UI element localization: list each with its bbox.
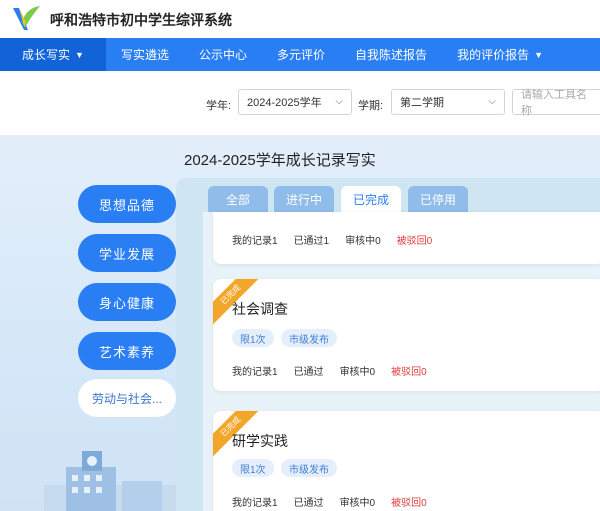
card-title: 研学实践 (232, 433, 288, 449)
term-select-value: 第二学期 (400, 97, 444, 109)
search-placeholder: 请输入工具名称 (521, 89, 587, 117)
record-card[interactable]: 已完成 社会调查 限1次 市级发布 我的记录1 已通过 审核中0 被驳回0 (213, 279, 600, 391)
nav-item-label: 公示中心 (199, 48, 248, 62)
card-title: 社会调查 (232, 301, 288, 317)
category-health[interactable]: 身心健康 (78, 283, 176, 321)
app-header: 呼和浩特市初中学生综评系统 (0, 0, 600, 38)
stat-reviewing: 审核中0 (339, 498, 376, 509)
stat-passed: 已通过 (293, 498, 324, 509)
tab-all[interactable]: 全部 (208, 186, 268, 212)
chevron-down-icon: ⌵ (335, 96, 343, 107)
nav-item-label: 我的评价报告 (457, 48, 530, 62)
category-academic[interactable]: 学业发展 (78, 234, 176, 272)
year-label: 学年: (206, 100, 232, 112)
stat-passed: 已通过 (293, 367, 324, 378)
nav-item-record-selection[interactable]: 写实遴选 (106, 38, 184, 71)
stat-my-records: 我的记录1 (232, 236, 278, 247)
stat-my-records: 我的记录1 (232, 367, 278, 378)
tab-in-progress[interactable]: 进行中 (274, 186, 334, 212)
stat-passed: 已通过1 (293, 236, 330, 247)
filter-bar: 学年: 2024-2025学年 ⌵ 学期: 第二学期 ⌵ 请输入工具名称 (0, 71, 600, 135)
nav-item-growth-record[interactable]: 成长写实 ▼ (0, 38, 106, 71)
page-title: 2024-2025学年成长记录写实 (184, 152, 376, 169)
category-moral[interactable]: 思想品德 (78, 185, 176, 223)
chevron-down-icon: ⌵ (488, 96, 496, 107)
tag-limit: 限1次 (232, 329, 274, 347)
main-nav: 成长写实 ▼ 写实遴选 公示中心 多元评价 自我陈述报告 我的评价报告 ▼ (0, 38, 600, 71)
category-art[interactable]: 艺术素养 (78, 332, 176, 370)
term-select[interactable]: 第二学期 ⌵ (391, 89, 505, 115)
logo-icon (13, 6, 40, 30)
tag-publisher: 市级发布 (281, 329, 337, 347)
stat-my-records: 我的记录1 (232, 498, 278, 509)
card-stats: 我的记录1 已通过 审核中0 被驳回0 (232, 363, 443, 378)
nav-item-label: 多元评价 (277, 48, 326, 62)
tag-publisher: 市级发布 (281, 459, 337, 477)
tab-completed[interactable]: 已完成 (341, 186, 401, 212)
nav-item-label: 自我陈述报告 (355, 48, 428, 62)
term-label: 学期: (358, 100, 384, 112)
stat-reviewing: 审核中0 (339, 367, 376, 378)
tag-limit: 限1次 (232, 459, 274, 477)
nav-item-multi-evaluation[interactable]: 多元评价 (262, 38, 340, 71)
chevron-down-icon: ▼ (534, 49, 543, 60)
category-labor-social[interactable]: 劳动与社会... (78, 379, 176, 417)
site-title: 呼和浩特市初中学生综评系统 (50, 12, 232, 28)
card-stats: 我的记录1 已通过1 审核中0 被驳回0 (232, 232, 448, 247)
chevron-down-icon: ▼ (75, 49, 84, 60)
search-input[interactable]: 请输入工具名称 (512, 89, 600, 117)
year-select-value: 2024-2025学年 (247, 97, 322, 109)
record-card[interactable]: 已完成 研学实践 限1次 市级发布 我的记录1 已通过 审核中0 被驳回0 (213, 411, 600, 511)
card-stats: 我的记录1 已通过 审核中0 被驳回0 (232, 494, 443, 509)
stat-rejected: 被驳回0 (396, 236, 433, 247)
nav-item-label: 成长写实 (22, 48, 71, 62)
stat-reviewing: 审核中0 (345, 236, 381, 247)
year-select[interactable]: 2024-2025学年 ⌵ (238, 89, 352, 115)
nav-item-my-report[interactable]: 我的评价报告 ▼ (442, 38, 558, 71)
stat-rejected: 被驳回0 (391, 367, 427, 378)
stat-rejected: 被驳回0 (391, 498, 427, 509)
nav-item-label: 写实遴选 (121, 48, 170, 62)
tab-disabled[interactable]: 已停用 (408, 186, 468, 212)
nav-item-publicity-center[interactable]: 公示中心 (184, 38, 262, 71)
nav-item-self-statement[interactable]: 自我陈述报告 (340, 38, 442, 71)
record-card[interactable]: 我的记录1 已通过1 审核中0 被驳回0 (213, 212, 600, 264)
